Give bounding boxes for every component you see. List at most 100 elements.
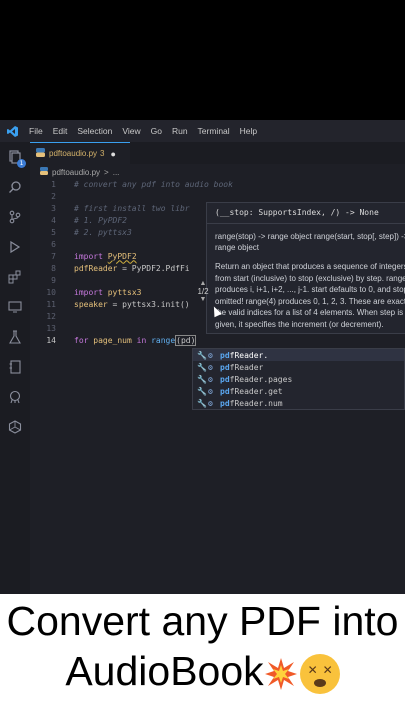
line-number: 1	[51, 179, 56, 189]
variable-name: speaker	[74, 299, 108, 309]
menu-selection[interactable]: Selection	[72, 126, 117, 136]
keyword-import: import	[74, 287, 103, 297]
vscode-logo-icon[interactable]	[0, 125, 24, 137]
code-text: # first install two libr	[74, 203, 190, 213]
collision-emoji-icon	[264, 648, 298, 695]
search-icon[interactable]	[6, 178, 24, 196]
suggestion-text: fReader.num	[229, 398, 283, 408]
line-number: 2	[51, 191, 56, 201]
caption-line-2: AudioBook ✕ ✕	[0, 648, 405, 695]
autocomplete-item[interactable]: 🔧 ⚙ pd fReader.num	[193, 397, 404, 409]
python-file-icon	[36, 148, 45, 159]
keyword-in: in	[136, 335, 147, 345]
breadcrumb: pdftoaudio.py > ...	[40, 165, 119, 179]
notebook-icon[interactable]	[6, 358, 24, 376]
wrench-icon: 🔧	[197, 386, 207, 396]
remote-explorer-icon[interactable]	[6, 298, 24, 316]
variable-name: page_num	[88, 335, 137, 345]
match-prefix: pd	[220, 386, 230, 396]
docker-icon[interactable]	[6, 418, 24, 436]
line-number: 7	[51, 251, 56, 261]
explorer-icon[interactable]: 1	[6, 148, 26, 168]
signature-text: (__stop: SupportsIndex, /) -> None	[215, 208, 379, 217]
symbol-icon: ⚙	[208, 362, 213, 372]
tab-pdftoaudio[interactable]: pdftoaudio.py 3 ●	[30, 142, 130, 164]
menu-view[interactable]: View	[117, 126, 145, 136]
keyword-import: import	[74, 251, 103, 261]
symbol-icon: ⚙	[208, 386, 213, 396]
code-text: for page_num in range(pd)	[74, 334, 197, 346]
suggestion-text: fReader	[229, 362, 264, 372]
menu-go[interactable]: Go	[146, 126, 167, 136]
source-control-icon[interactable]	[6, 208, 24, 226]
tab-bar: pdftoaudio.py 3 ●	[30, 142, 405, 164]
code-rest: = PyPDF2.PdfFi	[117, 263, 190, 273]
autocomplete-item[interactable]: 🔧 ⚙ pd fReader.get	[193, 385, 404, 397]
explorer-badge: 1	[17, 159, 26, 168]
match-prefix: pd	[220, 362, 230, 372]
vscode-window: File Edit Selection View Go Run Terminal…	[0, 120, 405, 594]
code-line: 1 # convert any pdf into audio book	[30, 178, 405, 190]
breadcrumb-file[interactable]: pdftoaudio.py	[52, 168, 100, 177]
match-prefix: pd	[220, 350, 230, 360]
autocomplete-item[interactable]: 🔧 ⚙ pd fReader	[193, 361, 404, 373]
line-number: 8	[51, 263, 56, 273]
function-name: range	[146, 335, 176, 345]
module-name: PyPDF2	[107, 251, 137, 261]
code-line: 2	[30, 190, 405, 202]
autocomplete-item[interactable]: 🔧 ⚙ pd fReader.	[193, 349, 404, 361]
line-number-active: 14	[46, 335, 56, 345]
line-number: 11	[46, 299, 56, 309]
menu-bar: File Edit Selection View Go Run Terminal…	[0, 120, 405, 142]
breadcrumb-more[interactable]: ...	[113, 168, 120, 177]
extensions-icon[interactable]	[6, 268, 24, 286]
line-number: 12	[46, 311, 56, 321]
tab-problem-count: 3	[100, 149, 105, 158]
signature-description: Return an object that produces a sequenc…	[215, 262, 405, 329]
menu-edit[interactable]: Edit	[48, 126, 73, 136]
symbol-icon: ⚙	[208, 350, 213, 360]
menu-help[interactable]: Help	[235, 126, 262, 136]
menu-terminal[interactable]: Terminal	[193, 126, 235, 136]
line-number: 5	[51, 227, 56, 237]
wrench-icon: 🔧	[197, 362, 207, 372]
breadcrumb-python-icon	[40, 167, 48, 177]
menu-file[interactable]: File	[24, 126, 48, 136]
variable-name: pdfReader	[74, 263, 118, 273]
autocomplete-list[interactable]: 🔧 ⚙ pd fReader. 🔧 ⚙ pd fReader 🔧 ⚙ pd fRead…	[192, 348, 405, 410]
wrench-icon: 🔧	[197, 350, 207, 360]
caption-line-2-text: AudioBook	[65, 648, 264, 694]
wrench-icon: 🔧	[197, 374, 207, 384]
code-text: # 1. PyPDF2	[74, 215, 127, 225]
github-icon[interactable]	[6, 388, 24, 406]
signature-overloads: range(stop) -> range object range(start,…	[215, 232, 405, 252]
menu-run[interactable]: Run	[167, 126, 193, 136]
autocomplete-item[interactable]: 🔧 ⚙ pd fReader.pages	[193, 373, 404, 385]
line-number: 13	[46, 323, 56, 333]
signature-help-popup: (__stop: SupportsIndex, /) -> None range…	[206, 202, 405, 334]
suggestion-text: fReader.	[229, 350, 269, 360]
line-number: 6	[51, 239, 56, 249]
overload-switcher[interactable]: ▲ 1/2 ▼	[194, 280, 212, 303]
symbol-icon: ⚙	[208, 398, 213, 408]
testing-icon[interactable]	[6, 328, 24, 346]
code-text: import PyPDF2	[74, 252, 137, 261]
suggestion-text: fReader.pages	[229, 374, 293, 384]
code-rest: = pyttsx3.init()	[107, 299, 190, 309]
wrench-icon: 🔧	[197, 398, 207, 408]
line-number: 10	[46, 287, 56, 297]
activity-bar: 1	[0, 142, 30, 594]
line-number: 9	[51, 275, 56, 285]
keyword-for: for	[74, 335, 89, 345]
unsaved-dot-icon[interactable]: ●	[111, 149, 116, 159]
symbol-icon: ⚙	[208, 374, 213, 384]
line-number: 3	[51, 203, 56, 213]
run-debug-icon[interactable]	[6, 238, 24, 256]
video-caption: Convert any PDF into AudioBook ✕ ✕	[0, 594, 405, 720]
code-line: 14 for page_num in range(pd)	[30, 334, 405, 346]
module-name: pyttsx3	[107, 287, 142, 297]
tab-label: pdftoaudio.py	[49, 149, 98, 158]
match-prefix: pd	[220, 374, 230, 384]
chevron-up-icon[interactable]: ▲	[194, 280, 212, 287]
chevron-down-icon[interactable]: ▼	[194, 296, 212, 303]
